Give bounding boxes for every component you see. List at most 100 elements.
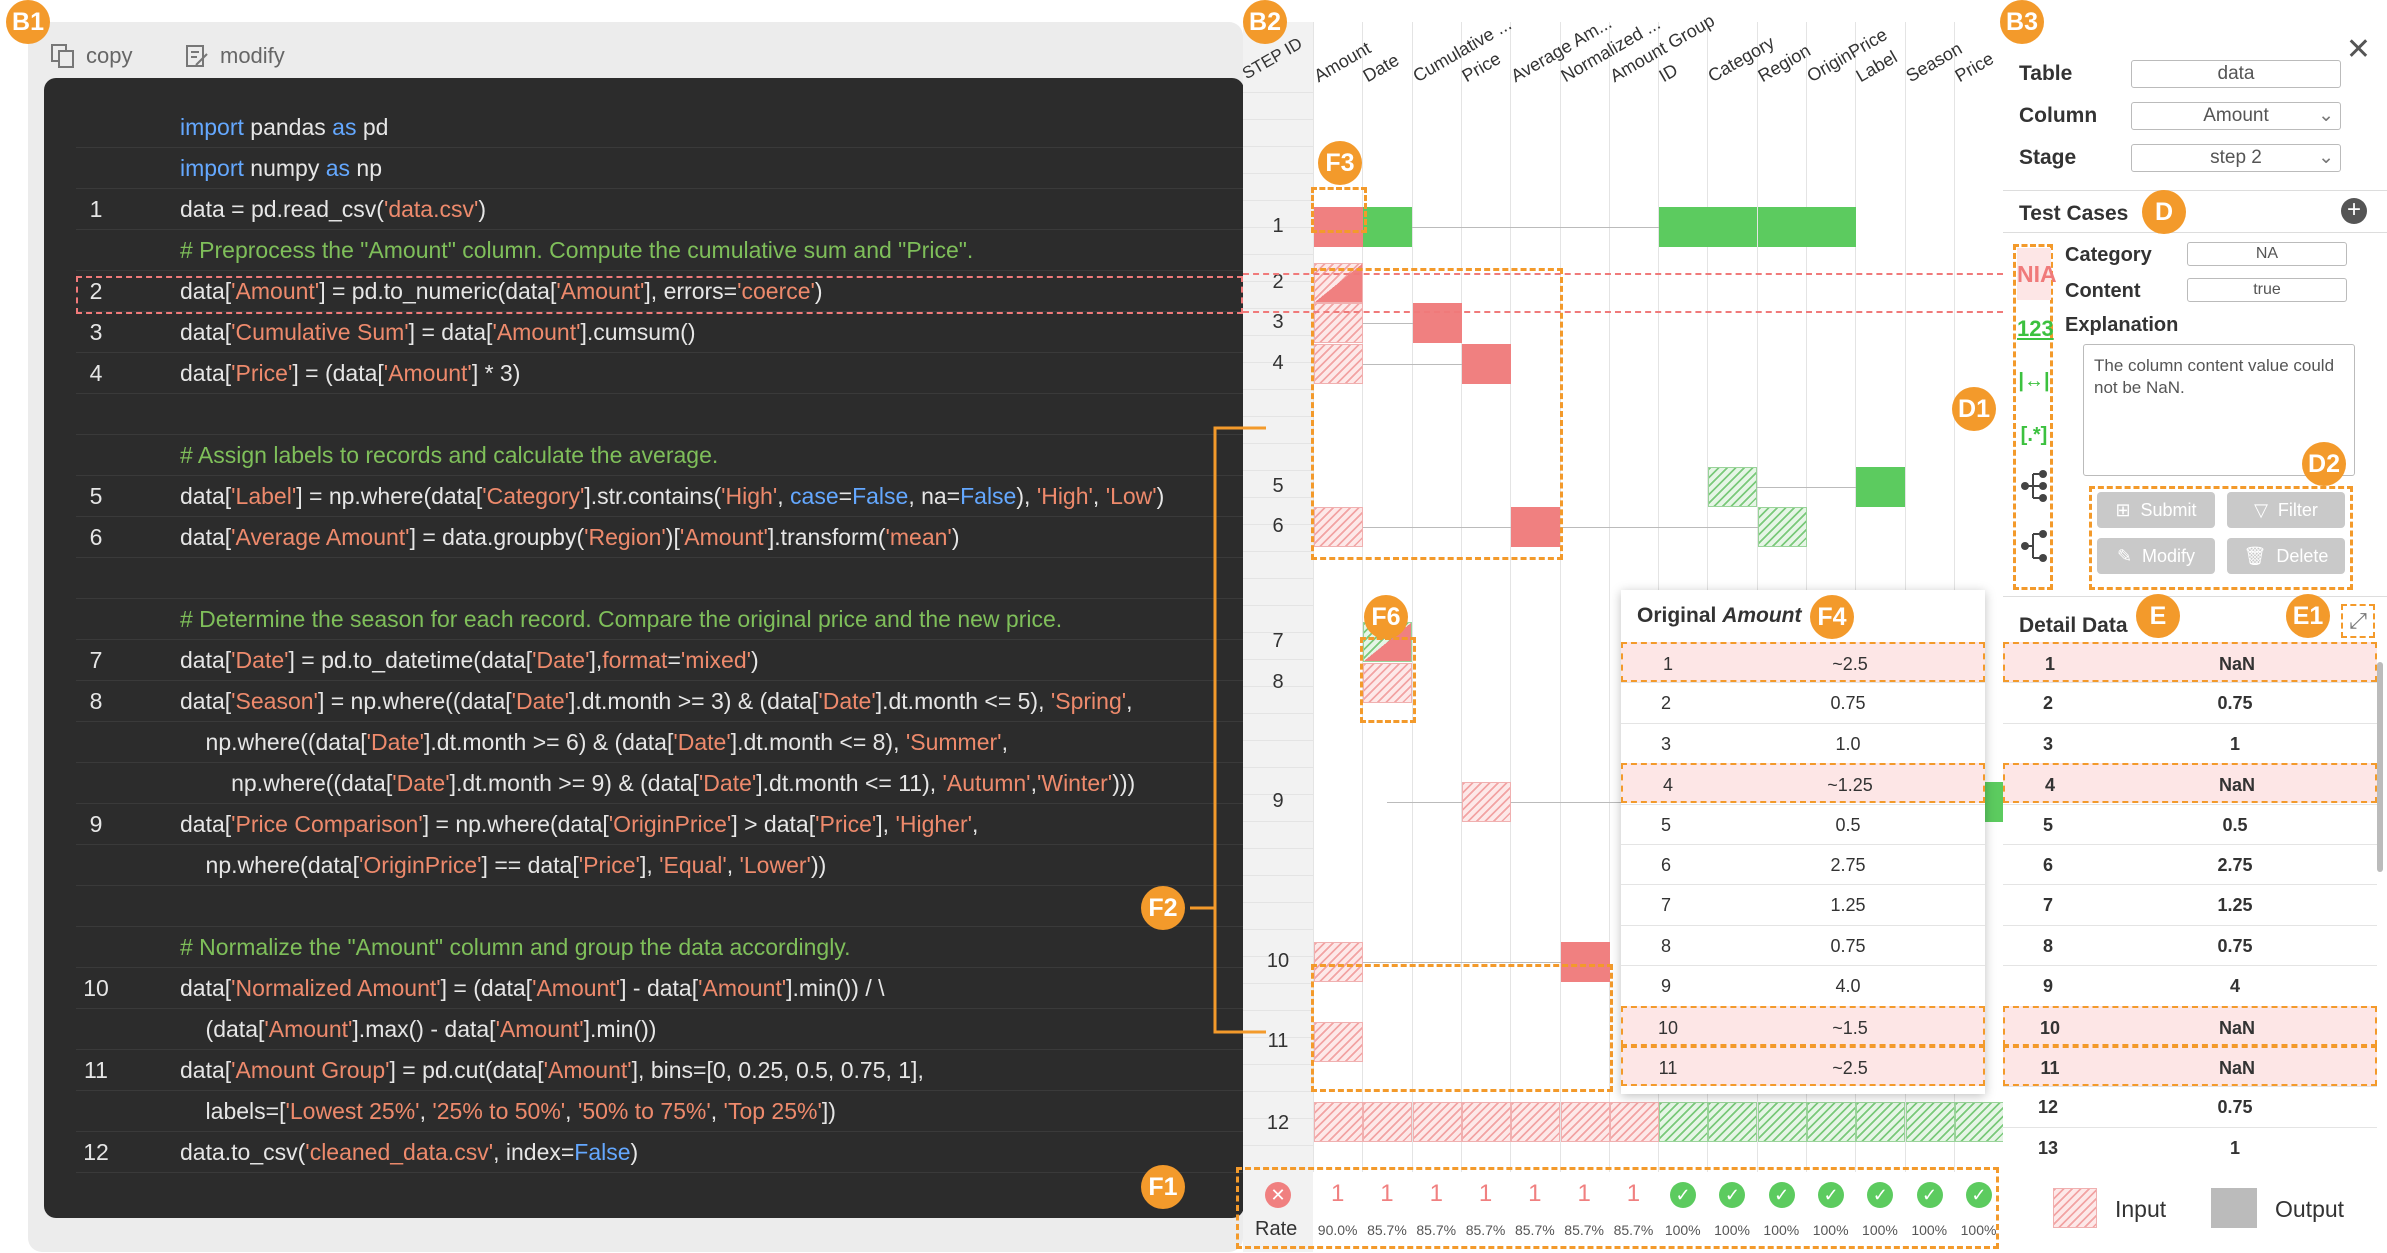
code-line[interactable]: 4 data['Price'] = (data['Amount'] * 3) [76, 353, 1244, 394]
original-row[interactable]: 10 ~1.5 [1621, 1005, 1985, 1046]
step-cell[interactable] [1807, 1102, 1856, 1142]
code-line[interactable]: # Assign labels to records and calculate… [76, 435, 1244, 476]
na-test-icon[interactable]: NIA [2017, 248, 2057, 300]
regex-test-icon[interactable]: [.*] [2017, 412, 2051, 458]
step-cell[interactable] [1560, 1102, 1610, 1142]
modify-button[interactable]: modify [184, 36, 285, 76]
original-row[interactable]: 3 1.0 [1621, 722, 1985, 763]
code-line[interactable]: import numpy as np [76, 148, 1244, 189]
detail-row[interactable]: 12 0.75 [2003, 1086, 2377, 1126]
original-row[interactable]: 2 0.75 [1621, 682, 1985, 722]
detail-row[interactable]: 11 NaN [2003, 1046, 2377, 1086]
code-line[interactable]: 7 data['Date'] = pd.to_datetime(data['Dat… [76, 640, 1244, 681]
code-line[interactable]: 9 data['Price Comparison'] = np.where(dat… [76, 804, 1244, 845]
step-cell[interactable] [1708, 1102, 1758, 1142]
step-cell[interactable] [1757, 207, 1807, 247]
code-line[interactable]: np.where((data['Date'].dt.month >= 9) & … [76, 763, 1244, 804]
step-cell[interactable] [1856, 1102, 1906, 1142]
original-row[interactable]: 5 0.5 [1621, 803, 1985, 844]
code-line[interactable] [76, 394, 1244, 435]
step-cell[interactable] [1363, 1102, 1413, 1142]
category-field[interactable]: NA [2187, 242, 2347, 266]
step-cell[interactable] [1708, 467, 1758, 507]
step-cell[interactable] [1905, 1102, 1955, 1142]
detail-row[interactable]: 7 1.25 [2003, 884, 2377, 924]
detail-row[interactable]: 2 0.75 [2003, 682, 2377, 722]
step-cell[interactable] [1757, 507, 1807, 547]
numeric-test-icon[interactable]: 123 [2017, 304, 2054, 354]
detail-row[interactable]: 8 0.75 [2003, 924, 2377, 965]
code-line[interactable]: np.where((data['Date'].dt.month >= 6) & … [76, 722, 1244, 763]
code-line[interactable]: 6 data['Average Amount'] = data.groupby('… [76, 517, 1244, 558]
code-editor[interactable]: import pandas as pd import numpy as np 1 da… [44, 78, 1244, 1218]
step-cell[interactable] [1314, 1102, 1363, 1142]
code-line[interactable]: 5 data['Label'] = np.where(data['Category… [76, 476, 1244, 517]
detail-row[interactable]: 6 2.75 [2003, 844, 2377, 884]
detail-row[interactable]: 10 NaN [2003, 1005, 2377, 1046]
step-cell[interactable] [1461, 782, 1511, 822]
code-line[interactable]: (data['Amount'].max() - data['Amount'].m… [76, 1009, 1244, 1050]
original-row[interactable]: 11 ~2.5 [1621, 1046, 1985, 1086]
step-id[interactable]: 1 [1243, 215, 1313, 238]
code-line[interactable]: 11 data['Amount Group'] = pd.cut(data['Am… [76, 1050, 1244, 1091]
step-id[interactable]: 3 [1243, 311, 1313, 334]
step-cell[interactable] [1363, 207, 1413, 247]
stage-select[interactable]: step 2 ⌄ [2131, 144, 2341, 172]
code-line[interactable]: import pandas as pd [76, 107, 1244, 148]
original-row[interactable]: 1 ~2.5 [1621, 642, 1985, 682]
code-line[interactable]: 3 data['Cumulative Sum'] = data['Amount']… [76, 312, 1244, 353]
submit-button[interactable]: ⊞ Submit [2097, 492, 2215, 528]
step-cell[interactable] [1856, 467, 1906, 507]
step-cell[interactable] [1807, 207, 1856, 247]
tree-test-icon[interactable] [2019, 466, 2049, 506]
expand-icon[interactable]: ⤢ [2341, 604, 2375, 638]
copy-button[interactable]: copy [50, 36, 132, 76]
step-cell[interactable] [1461, 1102, 1511, 1142]
original-row[interactable]: 9 4.0 [1621, 965, 1985, 1005]
original-row[interactable]: 6 2.75 [1621, 844, 1985, 884]
detail-row[interactable]: 94 [2003, 965, 2377, 1005]
step-cell[interactable] [1659, 1102, 1709, 1142]
step-id[interactable]: 12 [1243, 1112, 1313, 1135]
code-line[interactable]: 1 data = pd.read_csv('data.csv') [76, 189, 1244, 230]
original-row[interactable]: 8 0.75 [1621, 924, 1985, 965]
code-line[interactable]: # Normalize the "Amount" column and grou… [76, 927, 1244, 968]
step-cell[interactable] [1708, 207, 1758, 247]
modify-test-button[interactable]: ✎ Modify [2097, 538, 2215, 574]
step-cell[interactable] [1412, 1102, 1462, 1142]
original-row[interactable]: 4 ~1.25 [1621, 763, 1985, 804]
step-id[interactable]: 4 [1243, 352, 1313, 375]
add-test-case-icon[interactable]: + [2341, 198, 2367, 224]
tree-test-icon-2[interactable] [2019, 526, 2049, 566]
detail-scrollbar[interactable] [2377, 662, 2383, 872]
code-line[interactable]: 10 data['Normalized Amount'] = (data['Amo… [76, 968, 1244, 1009]
delete-button[interactable]: 🗑 Delete [2227, 538, 2345, 574]
original-row[interactable]: 7 1.25 [1621, 884, 1985, 924]
detail-row[interactable]: 4 NaN [2003, 763, 2377, 804]
close-icon[interactable]: ✕ [2346, 32, 2371, 67]
range-test-icon[interactable]: |↔| [2017, 358, 2051, 404]
content-field[interactable]: true [2187, 278, 2347, 302]
column-header[interactable]: ID [1656, 60, 1682, 87]
code-line[interactable]: np.where(data['OriginPrice'] == data['Pr… [76, 845, 1244, 886]
code-line[interactable] [76, 558, 1244, 599]
table-field[interactable]: data [2131, 60, 2341, 88]
column-header[interactable]: Season [1902, 38, 1965, 87]
code-line[interactable]: labels=['Lowest 25%', '25% to 50%', '50%… [76, 1091, 1244, 1132]
step-cell[interactable] [1659, 207, 1709, 247]
detail-row[interactable]: 31 [2003, 722, 2377, 763]
step-cell[interactable] [1954, 1102, 2004, 1142]
detail-row[interactable]: 5 0.5 [2003, 803, 2377, 844]
code-line[interactable] [76, 886, 1244, 927]
column-select[interactable]: Amount ⌄ [2131, 102, 2341, 130]
step-cell[interactable] [1757, 1102, 1807, 1142]
code-line[interactable]: # Preprocess the "Amount" column. Comput… [76, 230, 1244, 271]
filter-button[interactable]: ▽ Filter [2227, 492, 2345, 528]
detail-row[interactable]: 1 NaN [2003, 642, 2377, 682]
step-cell[interactable] [1609, 1102, 1659, 1142]
code-line[interactable]: 8 data['Season'] = np.where((data['Date']… [76, 681, 1244, 722]
code-line[interactable]: 12 data.to_csv('cleaned_data.csv', index=… [76, 1132, 1244, 1173]
code-line[interactable]: # Determine the season for each record. … [76, 599, 1244, 640]
detail-row[interactable]: 13 1 [2003, 1126, 2377, 1167]
step-cell[interactable] [1511, 1102, 1561, 1142]
